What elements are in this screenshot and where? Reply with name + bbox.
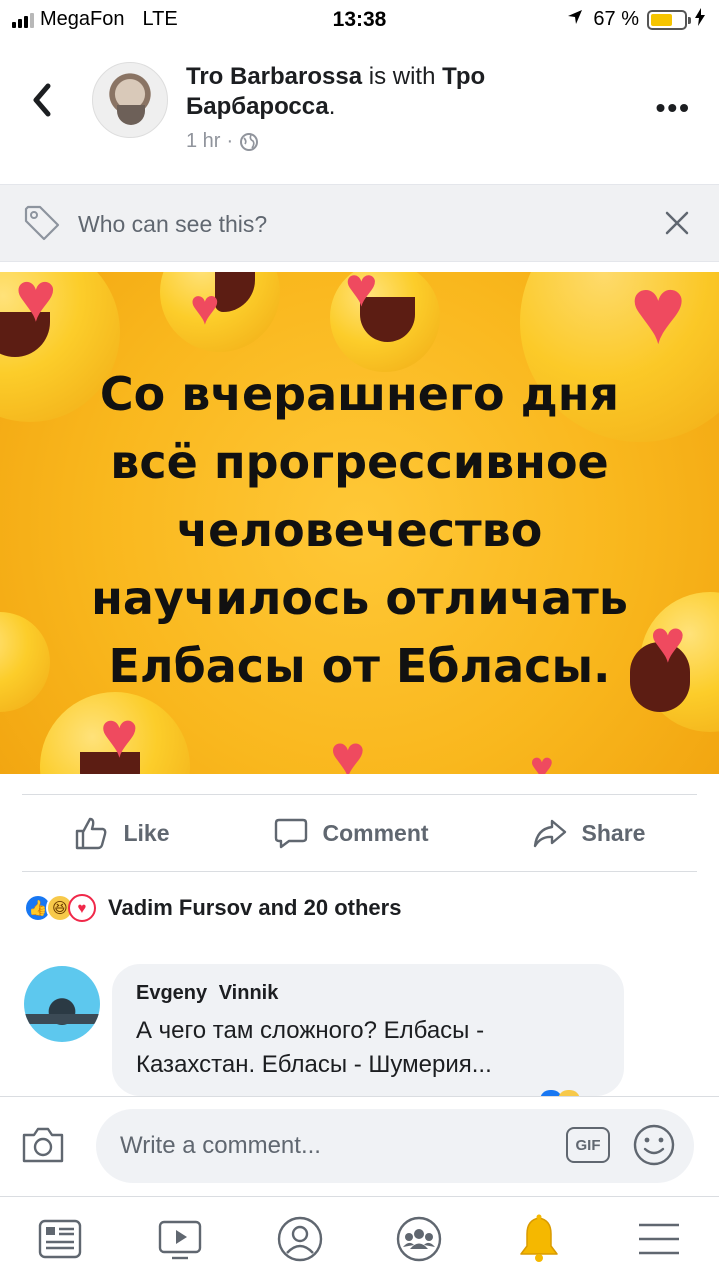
menu-icon [639,1223,680,1254]
bottom-tab-bar [0,1196,719,1280]
comment-text: А чего там сложного? Елбасы - Казахстан.… [136,1017,492,1078]
privacy-text: Who can see this? [78,211,268,237]
comment-bubble[interactable]: Evgeny Vinnik А чего там сложного? Елбас… [112,964,624,1096]
tab-notifications[interactable] [509,1209,569,1269]
post-header: Tro Barbarossa is with Тро Барбаросса. 1… [0,48,719,178]
post-image[interactable]: ♥ ♥ ♥ ♥ ♥ ♥ ♥ ♥ Со вчерашнего дня всё про… [0,272,719,774]
globe-icon [240,132,259,151]
comment-author[interactable]: Evgeny Vinnik [136,982,278,1005]
reactions-text: Vadim Fursov and 20 others [108,895,402,920]
love-icon: ♥ [68,894,96,922]
comment-icon [274,818,307,849]
commenter-avatar[interactable] [24,966,100,1042]
heart-decoration: ♥ [15,272,57,336]
privacy-prompt[interactable]: Who can see this? [0,184,719,262]
image-caption-line: человечество [176,503,543,557]
share-arrow-icon [533,819,566,848]
author-line: Tro Barbarossa is with Тро Барбаросса. [186,62,606,122]
period: . [328,93,336,120]
like-button[interactable]: Like [73,815,170,851]
like-label: Like [123,819,170,846]
close-icon[interactable] [663,209,691,237]
heart-decoration: ♥ [530,745,554,774]
heart-decoration: ♥ [190,279,220,335]
share-button[interactable]: Share [532,815,646,851]
status-right: 67 % [567,8,705,31]
more-options-button[interactable]: ••• [656,92,691,124]
comment-button[interactable]: Comment [273,815,429,851]
comment-label: Comment [322,819,429,846]
gif-button[interactable]: GIF [566,1127,610,1163]
notifications-icon [520,1214,558,1262]
back-button[interactable] [22,76,62,124]
heart-decoration: ♥ [330,723,366,775]
image-caption: Со вчерашнего дня всё прогрессивное челове… [0,360,719,700]
watch-icon [158,1220,201,1259]
charging-bolt-icon [695,8,705,31]
image-caption-line: Со вчерашнего дня [99,367,620,421]
chevron-left-icon [33,83,51,117]
groups-icon [397,1216,442,1261]
heart-decoration: ♥ [345,272,378,318]
post-actions: Like Comment Share [22,794,697,872]
comment-composer: GIF [0,1096,719,1194]
camera-icon[interactable] [20,1125,66,1165]
tab-news-feed[interactable] [30,1209,90,1269]
location-arrow-icon [567,8,583,31]
emoji-decoration [160,272,280,352]
emoji-picker-icon[interactable] [632,1123,676,1167]
news-feed-icon [38,1219,82,1258]
share-label: Share [581,819,646,846]
image-caption-line: научилось отличать [91,571,628,625]
profile-icon [277,1216,322,1261]
tab-profile[interactable] [270,1209,330,1269]
battery-icon [647,9,691,30]
heart-decoration: ♥ [100,698,139,771]
author-avatar[interactable] [92,62,168,138]
image-caption-line: Елбасы от Ебласы. [108,639,611,693]
author-name[interactable]: Tro Barbarossa [186,63,362,90]
tab-watch[interactable] [150,1209,210,1269]
reactions-summary[interactable]: 👍 😆 ♥ Vadim Fursov and 20 others [24,894,401,922]
tab-groups[interactable] [389,1209,449,1269]
thumbs-up-icon [76,817,107,850]
heart-decoration: ♥ [630,272,687,364]
post-time[interactable]: 1 hr [186,130,220,153]
status-bar: MegaFon LTE 13:38 67 % [0,0,719,40]
post-meta: 1 hr · [186,130,259,153]
image-caption-line: всё прогрессивное [110,435,609,489]
with-text: is with [368,63,436,90]
meta-separator: · [226,130,234,152]
tab-menu[interactable] [629,1209,689,1269]
battery-level [651,13,673,26]
battery-percent: 67 % [593,8,639,30]
tag-icon [24,205,60,241]
